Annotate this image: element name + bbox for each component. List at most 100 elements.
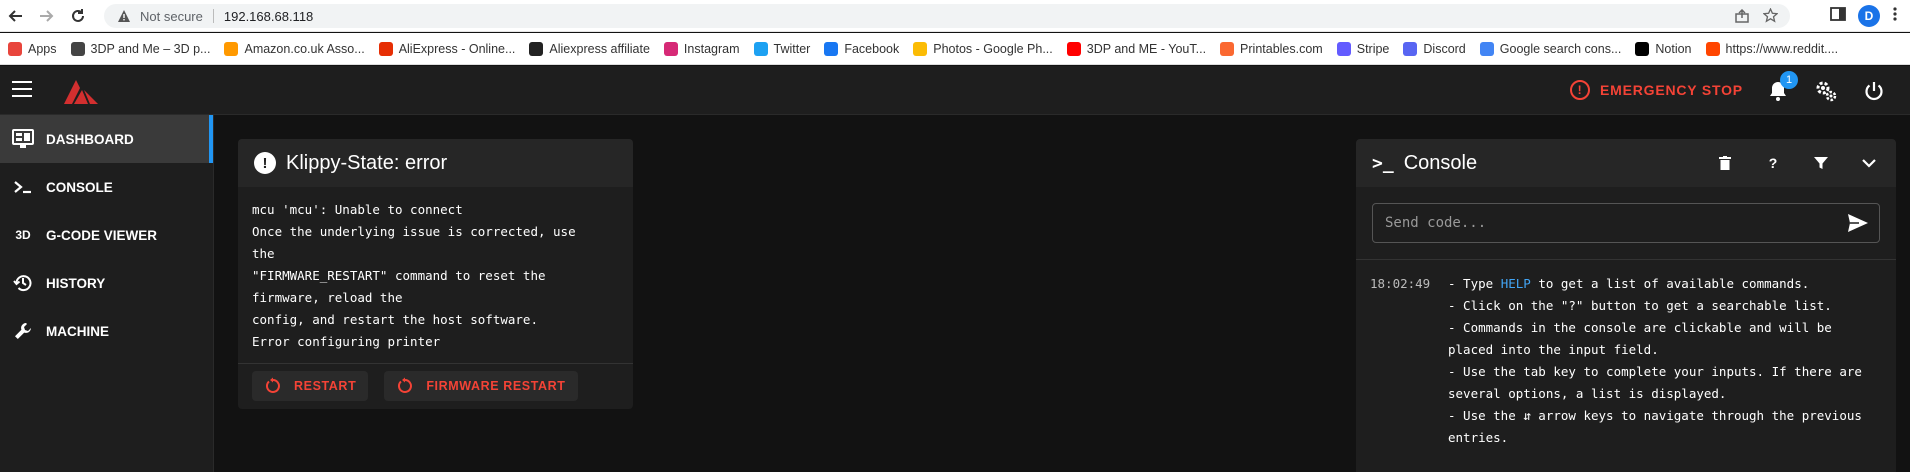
- site-icon: [70, 41, 85, 56]
- sidebar-item-history[interactable]: HISTORY: [0, 259, 213, 307]
- firmware-restart-button[interactable]: FIRMWARE RESTART: [384, 371, 578, 401]
- monitor-dashboard-icon: [12, 128, 34, 150]
- emergency-stop-button[interactable]: ! EMERGENCY STOP: [1570, 80, 1743, 100]
- notion-icon: [1635, 41, 1650, 56]
- aliexpress-icon: [378, 41, 393, 56]
- bookmark-item[interactable]: Notion: [1635, 41, 1692, 56]
- emergency-stop-label: EMERGENCY STOP: [1600, 82, 1743, 98]
- more-vertical-icon[interactable]: [1892, 6, 1898, 27]
- divider: [238, 363, 633, 364]
- console-icon: >_: [1372, 152, 1394, 174]
- address-bar[interactable]: Not secure 192.168.68.118: [104, 4, 1790, 28]
- bookmark-label: Notion: [1655, 41, 1692, 56]
- bookmark-label: AliExpress - Online...: [398, 41, 516, 56]
- sidebar-item-label: G-CODE VIEWER: [46, 227, 158, 243]
- chevron-down-icon[interactable]: [1856, 152, 1882, 174]
- search-console-icon: [1479, 41, 1494, 56]
- bookmark-item[interactable]: Apps: [8, 41, 57, 56]
- console-panel-title: Console: [1403, 151, 1478, 174]
- power-icon[interactable]: [1862, 79, 1886, 103]
- help-icon[interactable]: ?: [1760, 152, 1786, 174]
- bookmark-item[interactable]: Amazon.co.uk Asso...: [224, 41, 365, 56]
- share-icon[interactable]: [1735, 8, 1749, 28]
- reload-icon[interactable]: [68, 6, 88, 26]
- bookmark-label: Instagram: [683, 41, 740, 56]
- bookmark-item[interactable]: Discord: [1403, 41, 1466, 56]
- sidebar-item-gcode-viewer[interactable]: 3D G-CODE VIEWER: [0, 211, 213, 259]
- bookmark-label: Google search cons...: [1499, 41, 1622, 56]
- bookmark-label: Amazon.co.uk Asso...: [244, 41, 365, 56]
- bookmark-label: Facebook: [844, 41, 900, 56]
- bookmark-item[interactable]: 3DP and ME - YouT...: [1066, 41, 1207, 56]
- filter-icon[interactable]: [1808, 152, 1834, 174]
- discord-icon: [1403, 41, 1418, 56]
- bookmark-item[interactable]: Photos - Google Ph...: [913, 41, 1053, 56]
- reddit-icon: [1705, 41, 1720, 56]
- sidebar-item-dashboard[interactable]: DASHBOARD: [0, 115, 213, 163]
- settings-cogs-icon[interactable]: [1814, 79, 1838, 103]
- restart-icon: [266, 377, 280, 393]
- notification-badge: 1: [1780, 71, 1798, 89]
- firmware-restart-label: FIRMWARE RESTART: [426, 379, 566, 393]
- klippy-panel-header: ! Klippy-State: error: [238, 139, 633, 187]
- bookmark-item[interactable]: Google search cons...: [1479, 41, 1622, 56]
- bookmark-star-icon[interactable]: [1762, 7, 1779, 28]
- security-label[interactable]: Not secure: [140, 9, 203, 24]
- notifications-button[interactable]: 1: [1766, 71, 1798, 103]
- console-send-input[interactable]: Send code...: [1372, 203, 1880, 243]
- menu-icon[interactable]: [12, 81, 32, 99]
- sidebar: DASHBOARD CONSOLE 3D G-CODE VIEWER HISTO…: [0, 115, 214, 472]
- restart-icon: [398, 377, 413, 393]
- dashboard-main: ! Klippy-State: error mcu 'mcu': Unable …: [214, 115, 1910, 472]
- sidebar-item-label: MACHINE: [46, 323, 109, 339]
- bookmark-item[interactable]: https://www.reddit....: [1705, 41, 1839, 56]
- bookmark-item[interactable]: Stripe: [1336, 41, 1390, 56]
- trash-icon[interactable]: [1712, 152, 1738, 174]
- bookmark-label: Photos - Google Ph...: [933, 41, 1053, 56]
- bookmark-item[interactable]: 3DP and Me – 3D p...: [70, 41, 211, 56]
- instagram-icon: [663, 41, 678, 56]
- restart-label: RESTART: [294, 379, 357, 393]
- mainsail-logo[interactable]: [62, 76, 100, 111]
- stripe-icon: [1336, 41, 1351, 56]
- console-input-placeholder: Send code...: [1385, 215, 1487, 231]
- sidepanel-icon[interactable]: [1830, 6, 1846, 27]
- bookmark-item[interactable]: Aliexpress affiliate: [529, 41, 650, 56]
- console-log-entry: 18:02:49 - Type HELP to get a list of av…: [1370, 273, 1878, 449]
- twitter-icon: [753, 41, 768, 56]
- bookmark-item[interactable]: Printables.com: [1220, 41, 1323, 56]
- alert-circle-icon: !: [254, 152, 276, 174]
- sidebar-item-console[interactable]: CONSOLE: [0, 163, 213, 211]
- bookmark-label: https://www.reddit....: [1725, 41, 1839, 56]
- bookmark-label: 3DP and ME - YouT...: [1086, 41, 1207, 56]
- restart-button[interactable]: RESTART: [252, 371, 369, 401]
- send-icon[interactable]: [1847, 213, 1869, 233]
- url-text[interactable]: 192.168.68.118: [224, 9, 313, 24]
- log-text: - Type: [1448, 276, 1501, 291]
- history-icon: [12, 272, 34, 294]
- browser-toolbar: Not secure 192.168.68.118 D: [0, 0, 1910, 32]
- help-command-link[interactable]: HELP: [1501, 276, 1531, 291]
- console-panel: >_ Console ? Send code... 18:02:49 - Typ…: [1356, 139, 1896, 472]
- log-text: to get a list of available commands. - C…: [1448, 276, 1862, 445]
- printables-icon: [1220, 41, 1235, 56]
- divider: [1356, 259, 1896, 260]
- back-arrow-icon[interactable]: [6, 6, 26, 26]
- forward-arrow-icon[interactable]: [36, 6, 56, 26]
- bookmark-item[interactable]: Instagram: [663, 41, 740, 56]
- url-divider: [212, 9, 214, 23]
- bookmark-item[interactable]: Facebook: [824, 41, 900, 56]
- bookmark-item[interactable]: AliExpress - Online...: [378, 41, 516, 56]
- 3d-icon: 3D: [15, 228, 31, 242]
- log-timestamp: 18:02:49: [1370, 276, 1431, 291]
- profile-avatar[interactable]: D: [1858, 5, 1880, 27]
- sidebar-item-label: CONSOLE: [46, 179, 113, 195]
- sidebar-item-machine[interactable]: MACHINE: [0, 307, 213, 355]
- bookmark-label: Stripe: [1356, 41, 1390, 56]
- bookmark-label: 3DP and Me – 3D p...: [90, 41, 211, 56]
- bookmark-item[interactable]: Twitter: [753, 41, 810, 56]
- klippy-panel-title: Klippy-State: error: [286, 151, 448, 174]
- bookmark-label: Apps: [28, 41, 57, 56]
- sidebar-item-label: DASHBOARD: [46, 131, 134, 147]
- bookmark-label: Printables.com: [1240, 41, 1323, 56]
